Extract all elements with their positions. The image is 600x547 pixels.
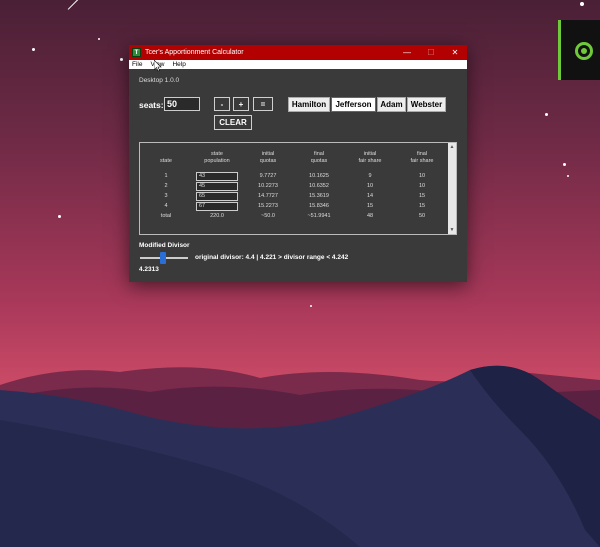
cell-total-label: total (160, 213, 172, 219)
header-state: state (160, 158, 172, 164)
side-widget[interactable] (558, 20, 600, 80)
menu-file[interactable]: File (132, 61, 142, 68)
decrement-button[interactable]: - (214, 97, 230, 111)
cell-total-population: 220.0 (210, 213, 224, 219)
header-final-quotas: final quotas (310, 151, 328, 164)
cell-initial-fair: 14 (366, 193, 374, 199)
minimize-button[interactable]: — (395, 45, 419, 60)
method-jefferson-button[interactable]: Jefferson (331, 97, 376, 112)
divisor-slider-thumb[interactable] (160, 252, 166, 264)
cell-final-quota: 10.1625 (309, 173, 329, 179)
equals-button[interactable]: = (253, 97, 273, 111)
cell-initial-quota: 10.2273 (258, 183, 278, 189)
header-population: state population (204, 151, 230, 164)
cell-total-final-quota: ~51.9941 (307, 213, 331, 219)
seats-input[interactable]: 50 (164, 97, 200, 111)
seats-label: seats: (139, 100, 164, 110)
cell-state: 3 (164, 193, 168, 199)
population-input[interactable]: 43 (196, 172, 238, 181)
cell-final-quota: 15.3619 (309, 193, 329, 199)
star (58, 215, 61, 218)
cell-final-fair: 15 (418, 193, 426, 199)
star (580, 2, 584, 6)
method-webster-button[interactable]: Webster (407, 97, 446, 112)
menu-help[interactable]: Help (172, 61, 185, 68)
divisor-value: 4.2313 (139, 266, 159, 273)
population-input[interactable]: 65 (196, 192, 238, 201)
star (567, 175, 569, 177)
app-icon: T (132, 48, 141, 57)
cell-state: 4 (164, 203, 168, 209)
cell-final-fair: 15 (418, 203, 426, 209)
apportionment-table: state state population initial quotas fina… (139, 142, 457, 235)
modified-divisor-label: Modified Divisor (139, 242, 190, 249)
app-window: T Tcer's Apportionment Calculator — ☐ ✕ … (129, 45, 467, 282)
close-button[interactable]: ✕ (443, 45, 467, 60)
header-initial-quotas: initial quotas (259, 151, 277, 164)
method-hamilton-button[interactable]: Hamilton (288, 97, 330, 112)
cell-total-initial-fair: 48 (366, 213, 374, 219)
population-input[interactable]: 45 (196, 182, 238, 191)
cell-final-fair: 10 (418, 173, 426, 179)
method-adam-button[interactable]: Adam (377, 97, 406, 112)
star (120, 58, 123, 61)
divisor-info: original divisor: 4.4 | 4.221 > divisor … (195, 254, 349, 261)
cell-total-final-fair: 50 (418, 213, 426, 219)
star (32, 48, 35, 51)
title-bar[interactable]: T Tcer's Apportionment Calculator — ☐ ✕ (129, 45, 467, 60)
window-title: Tcer's Apportionment Calculator (145, 49, 244, 56)
cell-initial-quota: 14.7727 (258, 193, 278, 199)
menu-bar: File View Help (129, 60, 467, 69)
header-final-fair-share: final fair share (410, 151, 434, 164)
scroll-up-icon[interactable]: ▲ (448, 143, 456, 151)
scroll-down-icon[interactable]: ▼ (448, 226, 456, 234)
cell-final-fair: 10 (418, 183, 426, 189)
table-scrollbar[interactable]: ▲ ▼ (448, 143, 456, 234)
clear-button[interactable]: CLEAR (214, 115, 252, 130)
header-initial-fair-share: initial fair share (358, 151, 382, 164)
cell-total-initial-quota: ~50.0 (261, 213, 275, 219)
cell-initial-fair: 9 (368, 173, 372, 179)
star (98, 38, 100, 40)
cell-initial-fair: 15 (366, 203, 374, 209)
cell-state: 1 (164, 173, 168, 179)
star (563, 163, 566, 166)
cell-initial-quota: 9.7727 (259, 173, 277, 179)
population-input[interactable]: 67 (196, 202, 238, 211)
cell-initial-fair: 10 (366, 183, 374, 189)
cell-initial-quota: 15.2273 (258, 203, 278, 209)
mouse-cursor-icon (154, 60, 162, 72)
cell-final-quota: 10.6352 (309, 183, 329, 189)
star (310, 305, 312, 307)
cell-state: 2 (164, 183, 168, 189)
cell-final-quota: 15.8346 (309, 203, 329, 209)
version-label: Desktop 1.0.0 (139, 77, 180, 84)
maximize-button[interactable]: ☐ (419, 45, 443, 60)
star (545, 113, 548, 116)
increment-button[interactable]: + (233, 97, 249, 111)
